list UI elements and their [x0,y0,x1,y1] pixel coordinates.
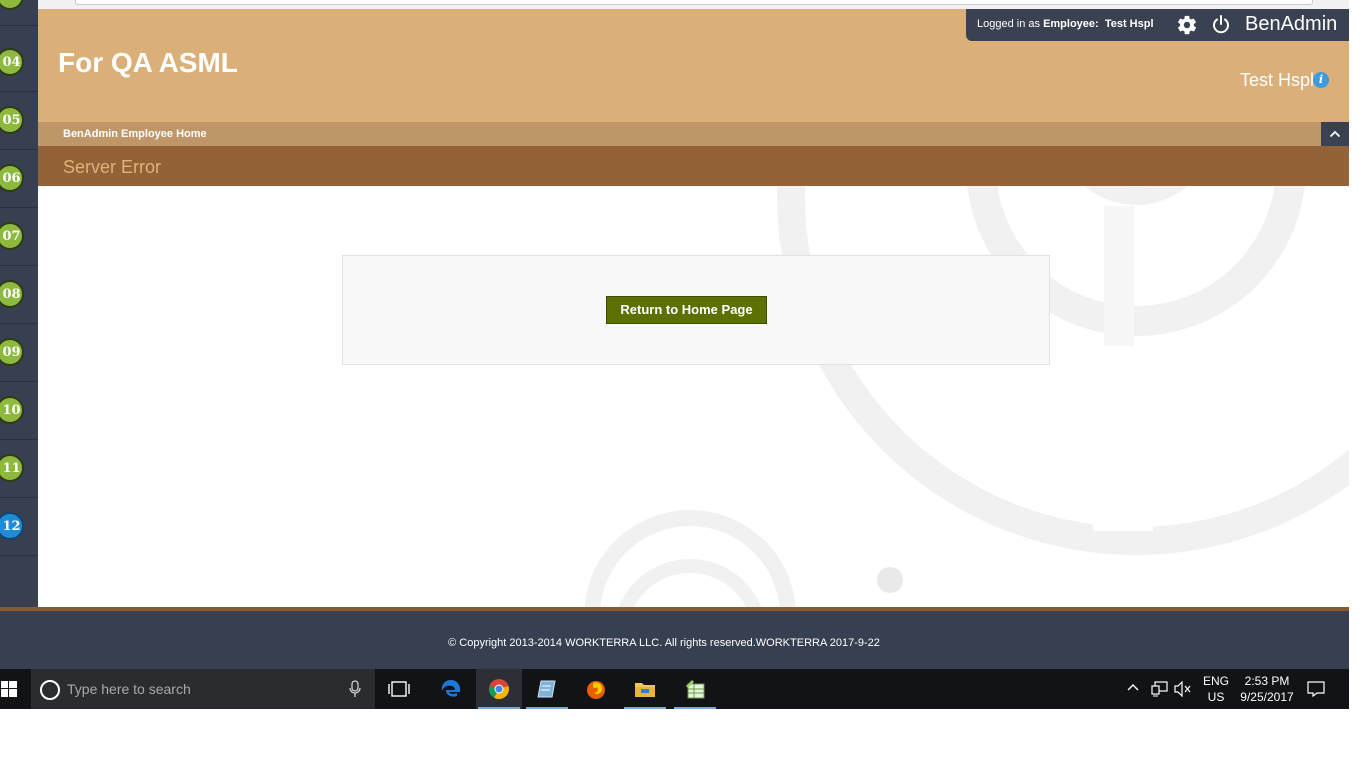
running-app-indicator [624,707,666,709]
windows-logo-icon [1,681,17,697]
chrome-icon[interactable] [476,669,522,709]
edge-icon[interactable] [428,669,474,709]
running-app-indicator [526,707,568,709]
volume-muted-icon[interactable] [1174,681,1192,697]
chevron-up-icon [1329,130,1341,138]
brand-name: BenAdmin [1245,13,1338,35]
breadcrumb: BenAdmin Employee Home [38,122,1349,146]
main-content: Return to Home Page [38,186,1349,607]
language-code: ENG [1202,674,1229,688]
watermark-logo [584,186,1349,607]
step-badge: 12 [0,512,24,540]
step-item[interactable]: 03 [0,0,38,26]
language-indicator[interactable]: ENG US [1201,673,1231,705]
step-sidebar: 03 04 05 06 07 08 09 10 11 12 [0,0,38,608]
step-badge: 05 [0,106,24,134]
user-toolbar: Logged in as Employee: Test Hspl BenAdmi… [966,9,1349,41]
power-icon[interactable] [1211,14,1231,36]
cortana-icon [40,680,60,700]
page-title: Server Error [63,157,162,177]
active-app-indicator [478,707,520,709]
copyright-text: © Copyright 2013-2014 WORKTERRA LLC. All… [448,637,880,649]
windows-start-button[interactable] [0,669,30,709]
step-badge: 07 [0,222,24,250]
collapse-button[interactable] [1321,122,1349,146]
step-badge: 10 [0,396,24,424]
step-item[interactable]: 10 [0,382,38,440]
microphone-icon[interactable] [349,680,361,698]
browser-toolbar [0,0,1349,9]
step-item[interactable]: 07 [0,208,38,266]
breadcrumb-home-link[interactable]: BenAdmin Employee Home [63,128,207,140]
gear-icon[interactable] [1176,14,1198,36]
file-explorer-icon[interactable] [622,669,668,709]
firefox-icon[interactable] [573,669,619,709]
step-badge: 09 [0,338,24,366]
region-code: US [1207,690,1225,704]
step-badge: 04 [0,48,24,76]
error-panel: Return to Home Page [342,255,1050,365]
step-badge: 11 [0,454,24,482]
taskbar-clock[interactable]: 2:53 PM 9/25/2017 [1235,673,1299,705]
task-view-icon[interactable] [376,669,422,709]
step-item[interactable]: 08 [0,266,38,324]
site-header: For QA ASML Logged in as Employee: Test … [38,9,1349,122]
page-title-bar: Server Error [38,146,1349,186]
login-info: Logged in as Employee: Test Hspl [977,18,1154,30]
login-name: Test Hspl [1104,18,1154,30]
site-title: For QA ASML [58,47,238,78]
search-placeholder: Type here to search [67,681,191,697]
step-item[interactable]: 09 [0,324,38,382]
running-app-indicator [674,707,716,709]
login-role: Employee: [1043,18,1099,30]
spreadsheet-icon[interactable] [672,669,718,709]
step-item-current[interactable]: 12 [0,498,38,556]
info-icon[interactable]: i [1313,72,1329,88]
step-badge: 06 [0,164,24,192]
clock-date: 9/25/2017 [1240,690,1294,704]
step-item[interactable]: 11 [0,440,38,498]
site-footer: © Copyright 2013-2014 WORKTERRA LLC. All… [0,611,1349,669]
step-badge: 08 [0,280,24,308]
clock-time: 2:53 PM [1244,674,1290,688]
notepad-icon[interactable] [524,669,570,709]
step-item[interactable]: 05 [0,92,38,150]
step-badge: 03 [0,0,24,10]
network-icon[interactable] [1151,681,1169,697]
notification-center-icon[interactable] [1307,681,1325,697]
address-bar[interactable] [75,0,1313,5]
taskbar-search-box[interactable]: Type here to search [31,669,375,709]
chevron-up-icon[interactable] [1126,681,1140,695]
windows-taskbar: Type here to search ENG US 2:53 PM 9/25/… [0,669,1349,709]
step-item[interactable]: 06 [0,150,38,208]
step-item[interactable]: 04 [0,34,38,92]
user-display-name: Test Hspl [1239,70,1314,90]
return-home-button[interactable]: Return to Home Page [606,296,767,324]
login-prefix: Logged in as [977,18,1040,30]
page-scrollbar[interactable] [1349,0,1366,709]
